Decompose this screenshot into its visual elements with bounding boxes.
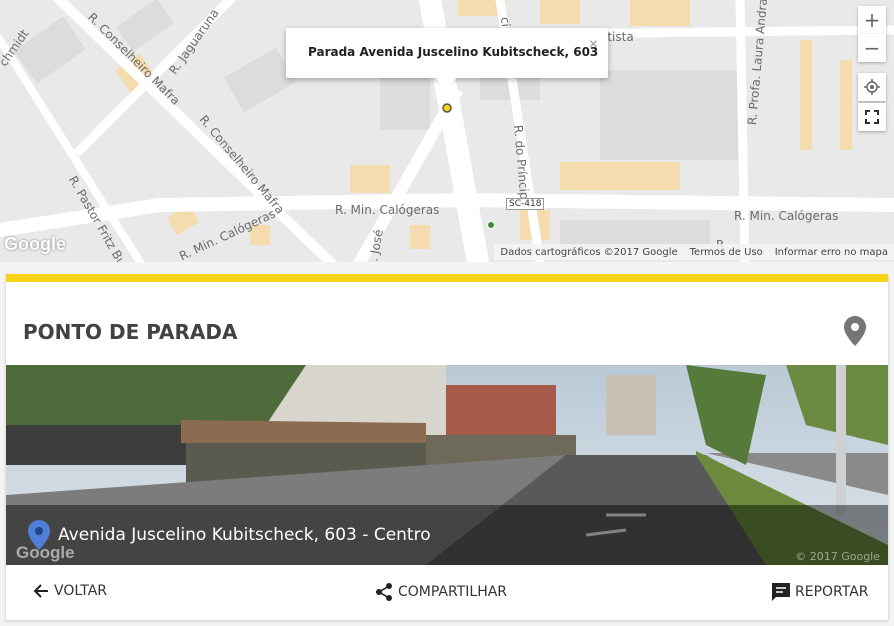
back-label: VOLTAR bbox=[54, 583, 107, 599]
my-location-button[interactable] bbox=[858, 73, 886, 101]
map-attribution: Dados cartográficos ©2017 Google Termos … bbox=[494, 244, 894, 260]
card-accent-bar bbox=[6, 274, 888, 282]
stop-address: Avenida Juscelino Kubitscheck, 603 - Cen… bbox=[58, 525, 431, 545]
terms-link[interactable]: Termos de Uso bbox=[690, 247, 763, 258]
fullscreen-icon bbox=[865, 110, 879, 124]
close-icon[interactable]: × bbox=[589, 36, 598, 54]
street-view-photo[interactable]: Avenida Juscelino Kubitscheck, 603 - Cen… bbox=[6, 365, 888, 565]
card-header: PONTO DE PARADA bbox=[6, 282, 888, 365]
report-label: REPORTAR bbox=[795, 584, 869, 600]
infowindow-title: Parada Avenida Juscelino Kubitscheck, 60… bbox=[308, 45, 599, 59]
share-label: COMPARTILHAR bbox=[398, 584, 508, 600]
card-title: PONTO DE PARADA bbox=[23, 320, 238, 344]
stop-card: PONTO DE PARADA Avenida Juscelino Kubits… bbox=[6, 274, 888, 620]
google-logo: Google bbox=[16, 543, 75, 562]
map-pin-icon[interactable] bbox=[844, 316, 866, 346]
street-label: R. Min. Calógeras bbox=[734, 209, 839, 223]
report-button[interactable]: REPORTAR bbox=[771, 582, 869, 602]
my-location-icon bbox=[864, 79, 880, 95]
share-icon bbox=[376, 583, 392, 601]
back-button[interactable]: VOLTAR bbox=[32, 582, 107, 600]
google-logo[interactable]: Google bbox=[4, 234, 66, 255]
infowindow-tail bbox=[436, 78, 456, 92]
fullscreen-button[interactable] bbox=[858, 103, 886, 131]
zoom-out-button[interactable]: − bbox=[858, 34, 886, 62]
card-actions: VOLTAR COMPARTILHAR REPORTAR bbox=[6, 565, 888, 620]
arrow-back-icon bbox=[33, 584, 48, 598]
zoom-in-button[interactable]: + bbox=[858, 6, 886, 34]
street-label: R. Min. Calógeras bbox=[335, 203, 440, 217]
photo-copyright: © 2017 Google bbox=[795, 550, 880, 563]
road-shield: SC-418 bbox=[506, 198, 545, 210]
address-caption: Avenida Juscelino Kubitscheck, 603 - Cen… bbox=[6, 505, 888, 565]
report-map-error-link[interactable]: Informar erro no mapa bbox=[775, 247, 888, 258]
feedback-icon bbox=[772, 583, 790, 601]
share-button[interactable]: COMPARTILHAR bbox=[374, 582, 507, 602]
map-infowindow: Parada Avenida Juscelino Kubitscheck, 60… bbox=[286, 28, 608, 92]
map-data-credit: Dados cartográficos ©2017 Google bbox=[500, 246, 678, 258]
map[interactable]: chmidt R. Conselheiro Mafra R. Jaguaruna… bbox=[0, 0, 894, 262]
